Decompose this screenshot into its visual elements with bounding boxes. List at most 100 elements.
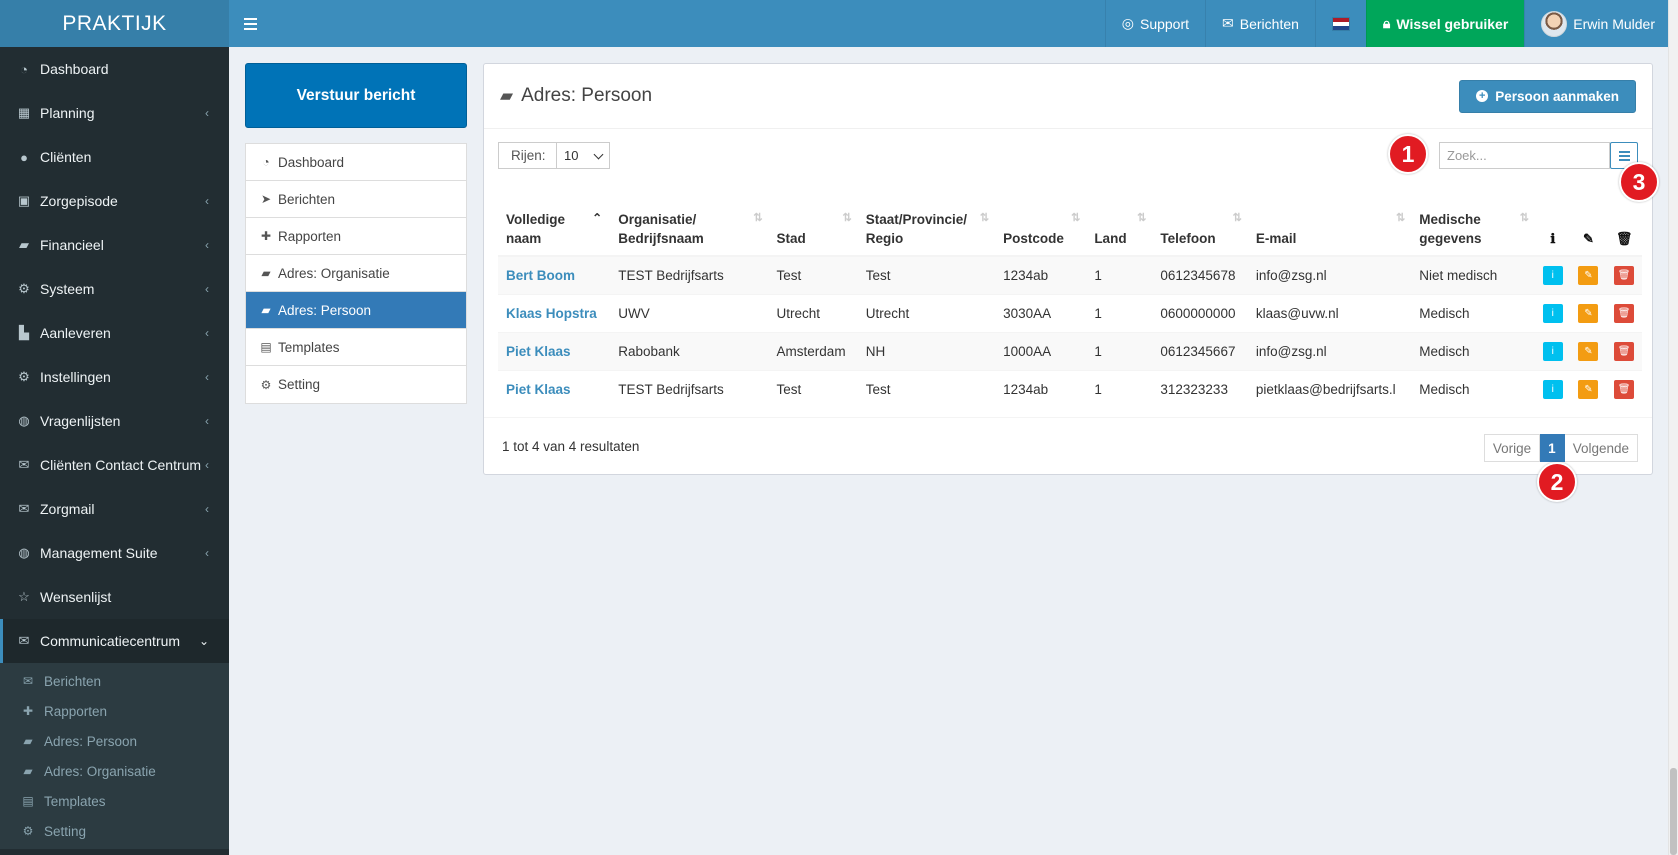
sidebar-item-instellingen[interactable]: ⚙ Instellingen ‹ — [0, 355, 229, 399]
table-cell: Test — [857, 369, 996, 408]
sidebar-subitem-setting[interactable]: ⚙ Setting — [0, 816, 229, 846]
column-header-volledige-naam[interactable]: Volledige naam ⌃ — [498, 192, 611, 257]
annotation-marker-1: 1 — [1388, 134, 1428, 174]
page-title: ▰ Adres: Persoon — [500, 85, 652, 107]
person-name-link[interactable]: Piet Klaas — [498, 369, 611, 408]
view-button[interactable]: i — [1542, 265, 1563, 285]
sidebar-item-systeem[interactable]: ⚙ Systeem ‹ — [0, 267, 229, 311]
sidebar-subitem-adres-persoon[interactable]: ▰ Adres: Persoon — [0, 726, 229, 756]
sidebar-subitem-adres-organisatie[interactable]: ▰ Adres: Organisatie — [0, 756, 229, 786]
info-icon: i — [1551, 383, 1554, 395]
sidebar-item-communicatiecentrum[interactable]: ✉ Communicatiecentrum ⌄ — [0, 619, 229, 663]
sidebar-item-dashboard[interactable]: ◔ Dashboard — [0, 47, 229, 91]
sidebar-item-zorgepisode[interactable]: ▣ Zorgepisode ‹ — [0, 179, 229, 223]
sidebar-item-zorgmail[interactable]: ✉ Zorgmail ‹ — [0, 487, 229, 531]
column-header-e-mail[interactable]: E-mail ⇅ — [1247, 192, 1412, 257]
column-header-label: Medische gegevens — [1419, 212, 1482, 246]
envelope-icon: ✉ — [1222, 15, 1234, 31]
communicatiecentrum-submenu: ✉ Berichten ✚ Rapporten ▰ Adres: Persoon ▰ Adre… — [0, 663, 229, 849]
column-header-organisatie-bedrijfsnaam[interactable]: Organisatie/ Bedrijfsnaam ⇅ — [610, 192, 769, 257]
action-cell: 🗑︎ — [1606, 293, 1642, 332]
sidebar-item-vragenlijsten[interactable]: ◍ Vragenlijsten ‹ — [0, 399, 229, 443]
envelope-icon: ✉ — [22, 674, 34, 688]
column-header-postcode[interactable]: Postcode ⇅ — [995, 192, 1087, 257]
nav-item-adres-persoon[interactable]: ▰ Adres: Persoon — [246, 292, 466, 329]
delete-button[interactable]: 🗑︎ — [1614, 303, 1635, 323]
table-toolbar: Rijen: 10 Zoek... — [498, 142, 1638, 172]
sidebar-item-planning[interactable]: ▦ Planning ‹ — [0, 91, 229, 135]
page-scrollbar[interactable] — [1668, 0, 1678, 855]
table-cell: Rabobank — [610, 331, 769, 370]
edit-button[interactable]: ✎ — [1578, 379, 1599, 399]
edit-button[interactable]: ✎ — [1578, 265, 1599, 285]
column-header-stad[interactable]: Stad ⇅ — [768, 192, 858, 257]
chevron-left-icon: ‹ — [205, 238, 209, 252]
user-menu[interactable]: Erwin Mulder — [1524, 0, 1678, 47]
main-sidebar: ◔ Dashboard ▦ Planning ‹ ● Cliënten ▣ Zorgepisod… — [0, 47, 229, 855]
next-page-button[interactable]: Volgende — [1564, 434, 1638, 462]
person-name-link[interactable]: Piet Klaas — [498, 331, 611, 370]
page-1-button[interactable]: 1 — [1540, 434, 1565, 462]
edit-button[interactable]: ✎ — [1578, 303, 1599, 323]
messages-link[interactable]: ✉ Berichten — [1205, 0, 1315, 47]
sidebar-subitem-templates[interactable]: ▤ Templates — [0, 786, 229, 816]
nav-item-dashboard[interactable]: ◔ Dashboard — [246, 144, 466, 181]
column-header-telefoon[interactable]: Telefoon ⇅ — [1152, 192, 1248, 257]
switch-user-button[interactable]: 🔒︎ Wissel gebruiker — [1365, 0, 1525, 47]
puzzle-icon: ✚ — [22, 704, 34, 718]
pencil-icon: ✎ — [1584, 307, 1593, 319]
sidebar-toggle-button[interactable] — [229, 0, 271, 47]
nav-item-berichten[interactable]: ➤ Berichten — [246, 181, 466, 218]
avatar — [1541, 10, 1568, 37]
annotation-marker-2: 2 — [1537, 462, 1577, 502]
sidebar-item-aanleveren[interactable]: ▙ Aanleveren ‹ — [0, 311, 229, 355]
envelope-icon: ✉ — [18, 633, 30, 648]
person-name-link[interactable]: Klaas Hopstra — [498, 293, 611, 332]
cogs-icon: ⚙ — [260, 377, 272, 392]
sidebar-item-financieel[interactable]: ▰ Financieel ‹ — [0, 223, 229, 267]
rows-per-page-select[interactable]: 10 — [556, 142, 610, 169]
user-name: Erwin Mulder — [1573, 15, 1655, 32]
lock-icon: 🔒︎ — [1382, 15, 1391, 31]
app-logo[interactable]: PRAKTIJK — [0, 0, 229, 47]
cubes-icon: ▤ — [260, 340, 272, 354]
delete-button[interactable]: 🗑︎ — [1614, 265, 1635, 285]
nav-item-label: Adres: Persoon — [278, 302, 372, 318]
sidebar-item-clienten[interactable]: ● Cliënten — [0, 135, 229, 179]
book-icon: ▰ — [261, 266, 271, 280]
view-button[interactable]: i — [1542, 341, 1563, 361]
page-title-text: Adres: Persoon — [521, 85, 653, 106]
column-header-land[interactable]: Land ⇅ — [1086, 192, 1153, 257]
previous-page-button[interactable]: Vorige — [1483, 434, 1541, 462]
support-label: Support — [1139, 15, 1190, 32]
info-icon: i — [1551, 345, 1554, 357]
delete-button[interactable]: 🗑︎ — [1614, 379, 1635, 399]
sort-icon: ⇅ — [979, 212, 989, 224]
nav-item-label: Berichten — [278, 191, 336, 207]
nav-item-rapporten[interactable]: ✚ Rapporten — [246, 218, 466, 255]
edit-button[interactable]: ✎ — [1578, 341, 1599, 361]
gear-icon: ⚙ — [18, 369, 30, 384]
delete-button[interactable]: 🗑︎ — [1614, 341, 1635, 361]
column-header-medische-gegevens[interactable]: Medische gegevens ⇅ — [1411, 192, 1535, 257]
language-switcher[interactable] — [1314, 0, 1366, 47]
view-button[interactable]: i — [1542, 303, 1563, 323]
table-cell: 0612345678 — [1152, 255, 1248, 294]
table-cell: 1000AA — [995, 331, 1087, 370]
sidebar-item-wensenlijst[interactable]: ☆ Wensenlijst — [0, 575, 229, 619]
sidebar-item-clienten-contact-centrum[interactable]: ✉ Cliënten Contact Centrum ‹ — [0, 443, 229, 487]
view-button[interactable]: i — [1542, 379, 1563, 399]
sidebar-item-management-suite[interactable]: ◍ Management Suite ‹ — [0, 531, 229, 575]
sidebar-subitem-rapporten[interactable]: ✚ Rapporten — [0, 696, 229, 726]
sidebar-subitem-berichten[interactable]: ✉ Berichten — [0, 666, 229, 696]
search-input[interactable]: Zoek... — [1439, 142, 1610, 169]
nav-item-setting[interactable]: ⚙ Setting — [246, 366, 466, 403]
column-header-staat-provincie-regio[interactable]: Staat/Provincie/ Regio ⇅ — [857, 192, 996, 257]
nav-item-templates[interactable]: ▤ Templates — [246, 329, 466, 366]
create-person-button[interactable]: + Persoon aanmaken — [1459, 79, 1636, 113]
nav-item-adres-organisatie[interactable]: ▰ Adres: Organisatie — [246, 255, 466, 292]
person-name-link[interactable]: Bert Boom — [498, 255, 611, 294]
send-message-button[interactable]: Verstuur bericht — [245, 63, 467, 128]
persons-table: Volledige naam ⌃ Organisatie/ Bedrijfsnaam… — [498, 192, 1642, 408]
support-link[interactable]: ◎ Support — [1104, 0, 1205, 47]
